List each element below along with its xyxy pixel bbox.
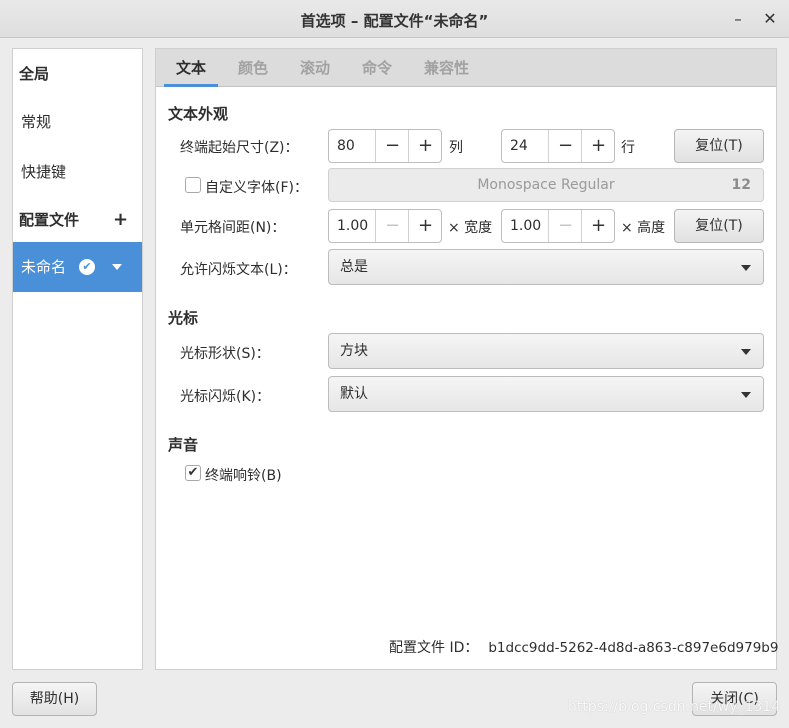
columns-decrease-button[interactable]: − <box>375 130 409 162</box>
cursor-shape-value: 方块 <box>340 343 368 359</box>
cell-width-stepper[interactable]: 1.00 − + <box>328 209 442 243</box>
rows-increase-button[interactable]: + <box>581 130 615 162</box>
reset-spacing-button[interactable]: 复位(T) <box>674 209 764 243</box>
cell-height-value[interactable]: 1.00 <box>510 210 541 242</box>
reset-size-button[interactable]: 复位(T) <box>674 129 764 163</box>
minimize-icon[interactable]: – <box>727 8 749 30</box>
height-unit: × 高度 <box>621 220 666 236</box>
blink-text-select[interactable]: 总是 <box>328 249 764 285</box>
columns-value[interactable]: 80 <box>337 130 355 162</box>
font-chooser-button: Monospace Regular 12 <box>328 168 764 202</box>
window-title: 首选项 – 配置文件“未命名” <box>300 12 489 30</box>
sidebar-item-label: 快捷键 <box>21 163 67 181</box>
cursor-shape-label: 光标形状(S)： <box>180 346 270 362</box>
cursor-blink-label: 光标闪烁(K)： <box>180 389 271 405</box>
sidebar-item-profile-unnamed[interactable]: 未命名 ✔ <box>13 242 142 292</box>
profile-id-label: 配置文件 ID： <box>389 640 479 656</box>
cell-height-increase-button[interactable]: + <box>581 210 615 242</box>
sidebar-item-label: 全局 <box>19 65 50 83</box>
sidebar-item-label: 常规 <box>21 113 52 131</box>
rows-value[interactable]: 24 <box>510 130 528 162</box>
close-icon[interactable]: ✕ <box>759 8 781 30</box>
tab-compatibility[interactable]: 兼容性 <box>424 49 469 87</box>
title-bar: 首选项 – 配置文件“未命名” – ✕ <box>0 0 789 38</box>
cell-width-value[interactable]: 1.00 <box>337 210 368 242</box>
profile-menu-chevron-down-icon[interactable] <box>112 264 122 270</box>
custom-font-label: 自定义字体(F)： <box>205 180 308 196</box>
sidebar-item-general[interactable]: 常规 <box>13 99 142 145</box>
columns-unit: 列 <box>449 140 463 156</box>
profile-id: 配置文件 ID： b1dcc9dd-5262-4d8d-a863-c897e6d9… <box>389 637 778 657</box>
font-size: 12 <box>731 177 751 193</box>
sidebar-item-profiles: 配置文件 + <box>13 197 142 243</box>
chevron-down-icon <box>741 265 751 271</box>
custom-font-checkbox[interactable] <box>185 177 201 193</box>
cell-width-decrease-button[interactable]: − <box>375 210 409 242</box>
section-cursor: 光标 <box>168 309 199 327</box>
sidebar-item-global[interactable]: 全局 <box>13 51 142 97</box>
sidebar-item-label: 未命名 <box>21 258 67 276</box>
cell-width-increase-button[interactable]: + <box>408 210 442 242</box>
cursor-blink-select[interactable]: 默认 <box>328 376 764 412</box>
tab-command[interactable]: 命令 <box>362 49 392 87</box>
tab-bar: 文本 颜色 滚动 命令 兼容性 <box>156 49 776 87</box>
cursor-shape-select[interactable]: 方块 <box>328 333 764 369</box>
tab-colors[interactable]: 颜色 <box>238 49 268 87</box>
default-profile-check-icon: ✔ <box>79 259 95 275</box>
rows-stepper[interactable]: 24 − + <box>501 129 615 163</box>
profile-id-value: b1dcc9dd-5262-4d8d-a863-c897e6d979b9 <box>488 640 779 656</box>
blink-text-value: 总是 <box>340 259 368 275</box>
chevron-down-icon <box>741 392 751 398</box>
rows-unit: 行 <box>621 140 635 156</box>
terminal-bell-label: 终端响铃(B) <box>205 468 282 484</box>
cell-height-decrease-button[interactable]: − <box>548 210 582 242</box>
sidebar-item-label: 配置文件 <box>19 211 80 229</box>
width-unit: × 宽度 <box>448 220 493 236</box>
help-button[interactable]: 帮助(H) <box>12 682 97 716</box>
cell-spacing-label: 单元格间距(N)： <box>180 220 286 236</box>
tab-scrolling[interactable]: 滚动 <box>300 49 330 87</box>
blink-text-label: 允许闪烁文本(L)： <box>180 262 297 278</box>
font-name: Monospace Regular <box>477 177 615 193</box>
cell-height-stepper[interactable]: 1.00 − + <box>501 209 615 243</box>
columns-stepper[interactable]: 80 − + <box>328 129 442 163</box>
sidebar: 全局 常规 快捷键 配置文件 + 未命名 ✔ <box>12 48 143 670</box>
columns-increase-button[interactable]: + <box>408 130 442 162</box>
section-text-appearance: 文本外观 <box>168 105 229 123</box>
cursor-blink-value: 默认 <box>340 386 368 402</box>
add-profile-icon[interactable]: + <box>113 197 128 243</box>
terminal-bell-checkbox[interactable]: ✔ <box>185 465 201 481</box>
initial-size-label: 终端起始尺寸(Z)： <box>180 140 299 156</box>
chevron-down-icon <box>741 349 751 355</box>
tab-text[interactable]: 文本 <box>163 49 219 87</box>
preferences-panel: 文本 颜色 滚动 命令 兼容性 文本外观 终端起始尺寸(Z)： 80 − + 列… <box>155 48 778 670</box>
section-sound: 声音 <box>168 436 199 454</box>
watermark: https://blog.csdn.net/wy_1314 <box>568 699 781 715</box>
sidebar-item-shortcuts[interactable]: 快捷键 <box>13 149 142 195</box>
rows-decrease-button[interactable]: − <box>548 130 582 162</box>
